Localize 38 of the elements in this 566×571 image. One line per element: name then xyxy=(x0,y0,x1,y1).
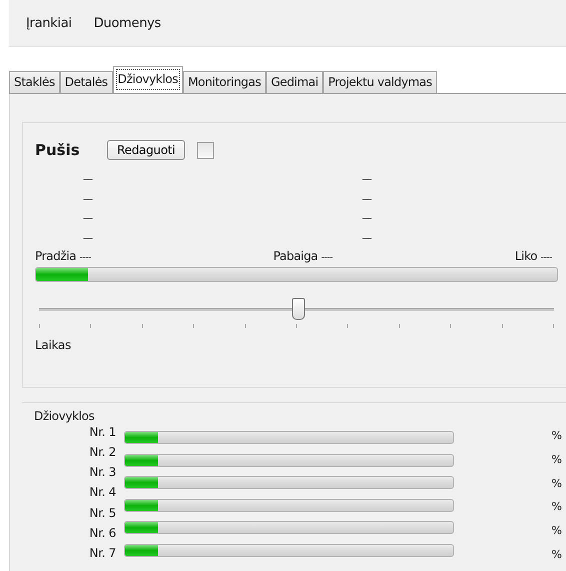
value-text: ---- xyxy=(83,174,92,187)
dryer-label: Nr. 3 xyxy=(89,465,116,480)
value-text: ---- xyxy=(83,194,92,206)
dryer-label: Nr. 1 xyxy=(89,425,116,440)
percent-text: % xyxy=(552,524,562,538)
checkbox[interactable] xyxy=(197,142,214,158)
slider-label: Laikas xyxy=(35,338,72,352)
percent-text: % xyxy=(552,476,562,490)
value-text: ---- xyxy=(362,232,371,246)
tab[interactable]: Monitoringas xyxy=(182,71,266,93)
info-label: Pradžia ---- xyxy=(35,249,91,263)
wood-title: Pušis xyxy=(35,141,81,159)
value-text: ---- xyxy=(83,213,92,226)
dryer-label: Nr. 6 xyxy=(89,526,116,541)
slider-thumb[interactable] xyxy=(292,298,304,320)
dryer-label: Nr. 7 xyxy=(89,546,116,561)
value-text: ---- xyxy=(83,232,92,246)
tab[interactable]: Detalės xyxy=(60,71,113,93)
info-label: Pabaiga ---- xyxy=(273,249,333,263)
edit-button[interactable]: Redaguoti xyxy=(107,140,186,160)
dryer-label: Nr. 4 xyxy=(89,485,116,500)
info-label: Liko ---- xyxy=(514,249,552,263)
value-text: ---- xyxy=(362,174,371,187)
percent-text: % xyxy=(552,548,562,561)
menu-item[interactable]: Įrankiai xyxy=(26,16,72,30)
value-text: ---- xyxy=(362,213,371,226)
percent-text: % xyxy=(552,452,562,466)
percent-text: % xyxy=(552,500,562,514)
tab[interactable]: Džiovyklos xyxy=(112,66,183,93)
tab[interactable]: Staklės xyxy=(9,71,60,93)
dryer-label: Nr. 5 xyxy=(89,506,116,521)
dryer-label: Nr. 2 xyxy=(89,445,116,460)
percent-text: % xyxy=(552,429,562,442)
value-text: ---- xyxy=(362,194,371,206)
tab[interactable]: Projektu valdymas xyxy=(323,71,437,93)
tab[interactable]: Gedimai xyxy=(266,71,324,93)
group-title: Džiovyklos xyxy=(34,409,96,423)
menu-item[interactable]: Duomenys xyxy=(94,16,161,30)
